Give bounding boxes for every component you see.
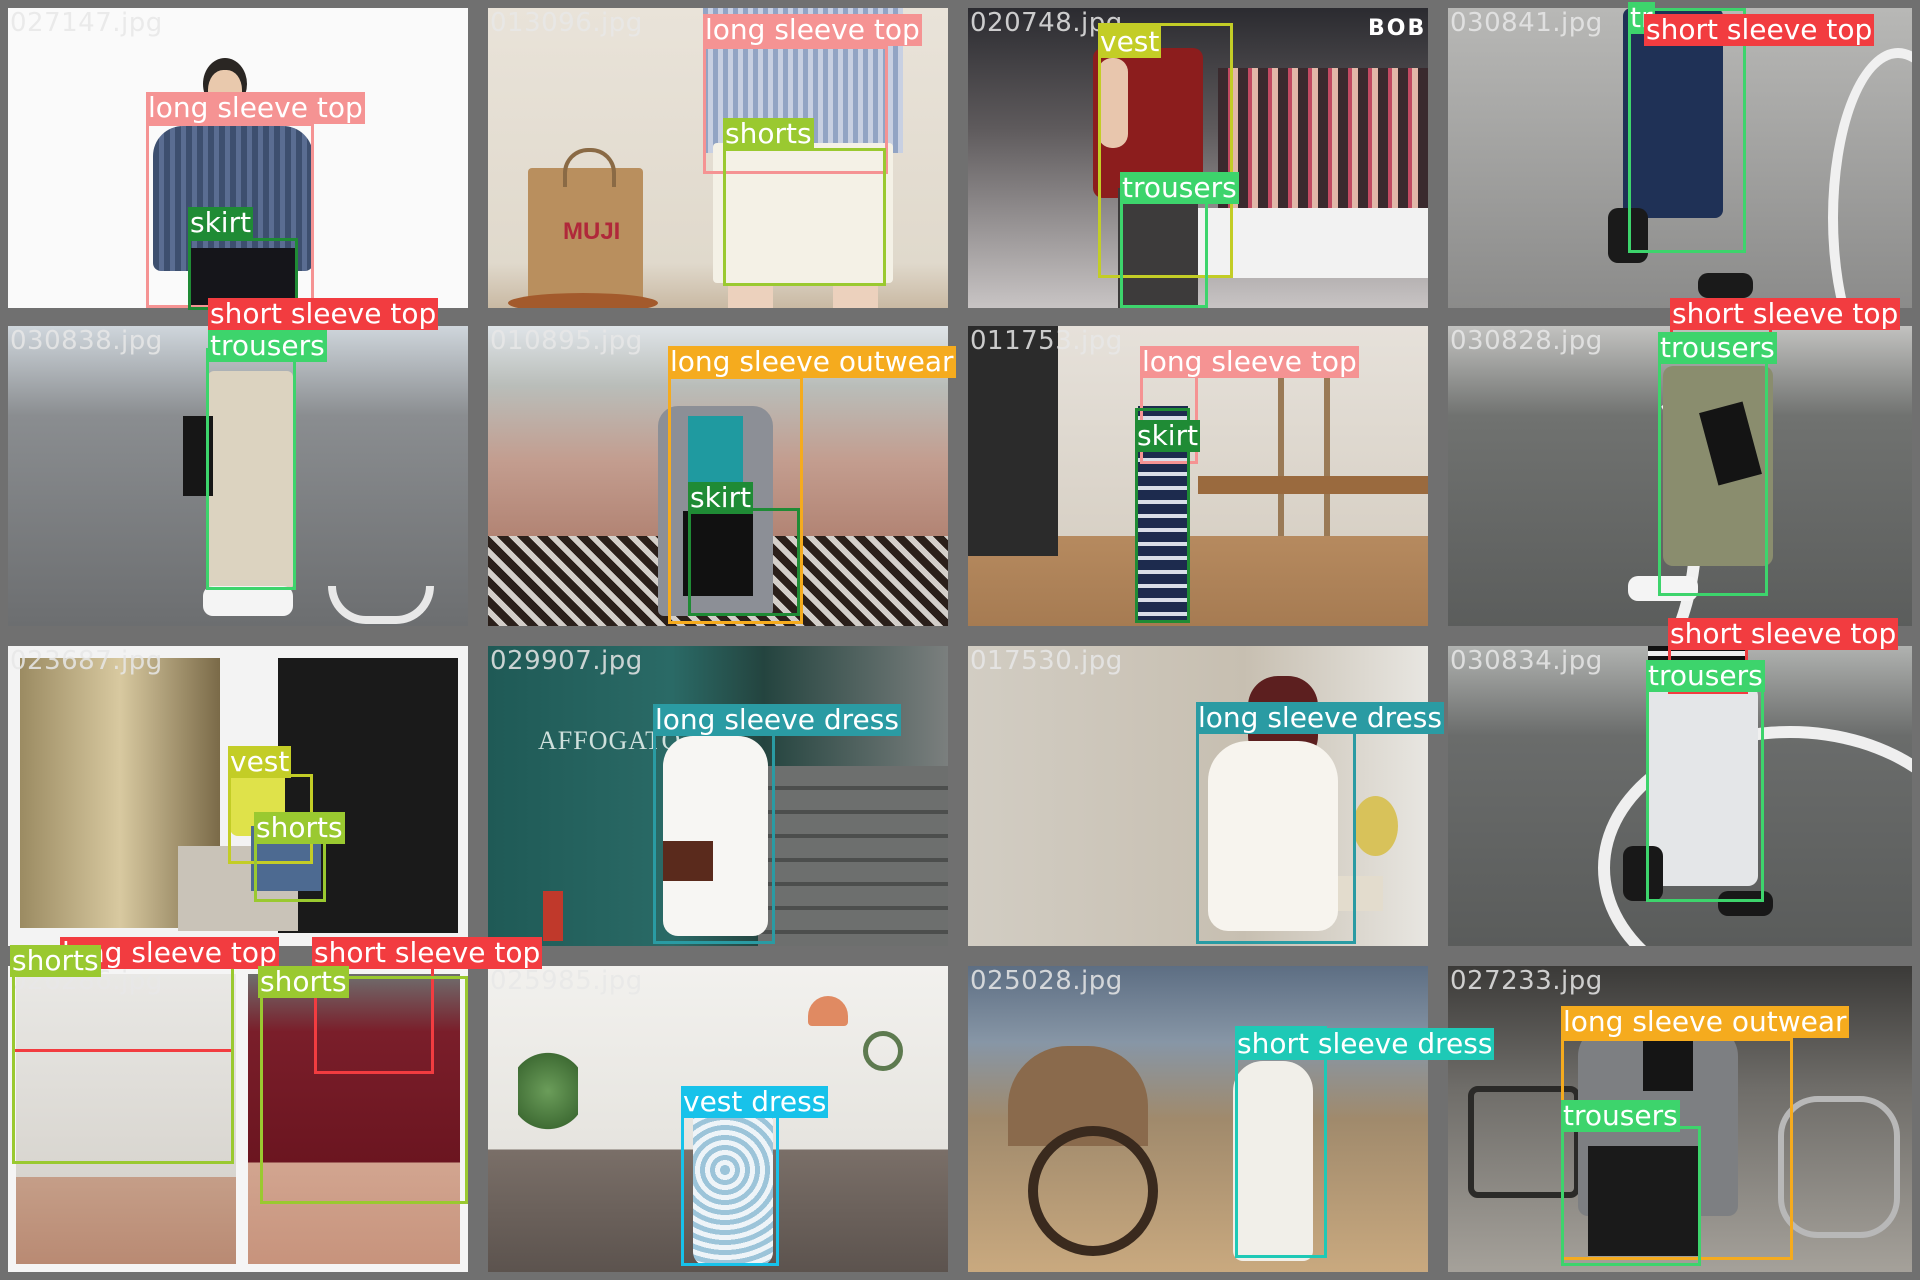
label-long-sleeve-top: long sleeve top: [1140, 345, 1359, 378]
label-short-sleeve-top: short sleeve top: [1670, 297, 1901, 330]
tile-030834: 030834.jpg short sleeve top trousers: [1448, 618, 1912, 946]
filename: 030841.jpg: [1450, 8, 1603, 38]
tile-026286: 026286.jpg: [8, 956, 468, 1272]
label-short-sleeve-top: short sleeve top: [1644, 13, 1875, 46]
filename: 013096.jpg: [490, 8, 643, 38]
tile-029907: AFFOGATO 029907.jpg long sleeve dress: [488, 646, 948, 946]
plants: [518, 1046, 578, 1136]
bbox-trousers: [1658, 354, 1768, 596]
tile-023687: 023687.jpg vest shorts: [8, 646, 468, 946]
label-skirt: skirt: [188, 206, 254, 239]
label-trousers: trousers: [1120, 171, 1239, 204]
bag-handle: [563, 148, 616, 187]
stairs: [758, 766, 948, 946]
store-sign: BOBB: [1368, 16, 1428, 41]
label-long-sleeve-dress: long sleeve dress: [1196, 701, 1444, 734]
sneakers: [203, 586, 293, 616]
filename: 030828.jpg: [1450, 326, 1603, 356]
label-vest: vest: [1098, 25, 1162, 58]
label-trousers: trousers: [1561, 1099, 1680, 1132]
road-curve: [1828, 48, 1912, 308]
filename: 023687.jpg: [10, 646, 163, 676]
filename: 030838.jpg: [10, 326, 163, 356]
tile-011753: 011753.jpg long sleeve top skirt: [968, 326, 1428, 626]
tile-025028: 025028.jpg short sleeve dress: [968, 966, 1495, 1272]
tile-030828: 030828.jpg short sleeve top trousers: [1448, 298, 1912, 626]
filename: 025028.jpg: [970, 966, 1123, 996]
wreath: [863, 1031, 903, 1071]
tile-030838: 030838.jpg: [8, 306, 468, 626]
bbox-long-sleeve-dress: [1196, 724, 1356, 944]
wooden-table: [1198, 476, 1428, 494]
bbox-short-sleeve-dress: [1235, 1026, 1327, 1258]
bbox-shorts: [723, 148, 886, 286]
label-long-sleeve-outwear: long sleeve outwear: [1561, 1005, 1849, 1038]
label-long-sleeve-outwear: long sleeve outwear: [668, 345, 956, 378]
photo: [968, 966, 1428, 1272]
filename: 027233.jpg: [1450, 966, 1603, 996]
label-short-sleeve-top: short sleeve top: [208, 297, 439, 330]
label-skirt: skirt: [1135, 419, 1201, 452]
tile-030841: 030841.jpg tr short sleeve top: [1448, 2, 1912, 308]
extinguisher: [543, 891, 563, 941]
bbox-vest-dress: [681, 1110, 779, 1266]
label-long-sleeve-top: long sleeve top: [146, 91, 365, 124]
bbox-trousers: [1120, 196, 1208, 308]
filename: 017530.jpg: [970, 646, 1123, 676]
tile-010895: 010895.jpg long sleeve outwear skirt: [488, 326, 956, 626]
image-mosaic: 027147.jpg long sleeve top skirt MUJI 01…: [0, 0, 1920, 1280]
label-vest: vest: [228, 745, 292, 778]
stool: [508, 293, 658, 308]
tile-027233: 027233.jpg long sleeve outwear trousers: [1448, 966, 1912, 1272]
bbox-skirt: [688, 508, 800, 616]
ladder: [1278, 356, 1330, 536]
bbox-trousers: [1646, 664, 1764, 902]
tile-025985: 025985.jpg vest dress: [488, 966, 948, 1272]
wicker-stool: [1353, 796, 1398, 856]
leg-right: [833, 283, 878, 308]
tile-013096: MUJI 013096.jpg long sleeve top shorts: [488, 8, 948, 308]
label-trousers: trousers: [208, 329, 327, 362]
filename: 025985.jpg: [490, 966, 643, 996]
cosmetics-counter: [1218, 68, 1428, 218]
filename: 030834.jpg: [1450, 646, 1603, 676]
metal-chairs: [1778, 1096, 1900, 1238]
label-shorts: shorts: [10, 944, 101, 977]
filename: 010895.jpg: [490, 326, 643, 356]
pendant-lamp: [808, 996, 848, 1026]
label-shorts: shorts: [258, 965, 349, 998]
label-short-sleeve-top: short sleeve top: [1668, 617, 1899, 650]
leg-left: [728, 283, 773, 308]
bbox-trousers: [1561, 1126, 1701, 1266]
bbox-long-sleeve-dress: [653, 726, 775, 944]
label-short-sleeve-dress: short sleeve dress: [1235, 1027, 1495, 1060]
filename: 027147.jpg: [10, 8, 163, 38]
tile-027147: 027147.jpg long sleeve top skirt: [8, 8, 468, 310]
filename: 029907.jpg: [490, 646, 643, 676]
tile-017530: 017530.jpg long sleeve dress: [968, 646, 1444, 946]
bag-logo: MUJI: [563, 218, 621, 245]
label-long-sleeve-dress: long sleeve dress: [653, 703, 901, 736]
filename: 011753.jpg: [970, 326, 1123, 356]
bbox-shorts-left: [12, 964, 234, 1164]
shoe-right: [1698, 273, 1753, 298]
label-vest-dress: vest dress: [681, 1085, 829, 1118]
tile-020748: BOBB 020748.jpg vest trousers: [968, 8, 1428, 308]
doorway: [968, 326, 1058, 556]
label-shorts: shorts: [723, 117, 814, 150]
label-shorts: shorts: [254, 811, 345, 844]
label-long-sleeve-top: long sleeve top: [703, 13, 922, 46]
bbox-shorts-right: [260, 976, 468, 1204]
cart-wheel: [1028, 1126, 1158, 1256]
label-trousers: trousers: [1658, 331, 1777, 364]
label-trousers: trousers: [1646, 659, 1765, 692]
road-marking: [328, 586, 434, 624]
bbox-trousers: [206, 348, 296, 590]
label-skirt: skirt: [688, 481, 754, 514]
